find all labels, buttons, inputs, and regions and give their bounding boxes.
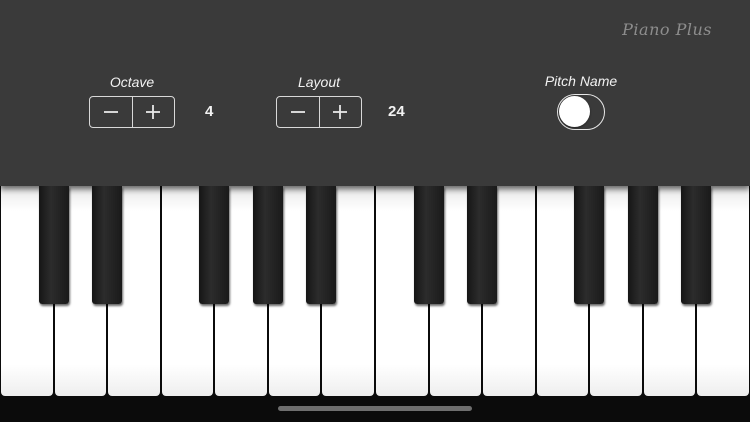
black-key[interactable]	[199, 186, 230, 304]
octave-increment-button[interactable]	[131, 97, 175, 127]
piano-screen: Piano Plus Octave 4 Layout 24 Pitch Name	[0, 0, 750, 422]
home-indicator	[278, 406, 472, 411]
octave-decrement-button[interactable]	[90, 97, 132, 127]
octave-value: 4	[205, 103, 214, 120]
control-panel: Piano Plus Octave 4 Layout 24 Pitch Name	[0, 0, 750, 186]
black-key[interactable]	[627, 186, 658, 304]
black-key[interactable]	[681, 186, 712, 304]
black-key[interactable]	[252, 186, 283, 304]
layout-label: Layout	[297, 74, 341, 90]
black-key[interactable]	[92, 186, 123, 304]
pitch-name-label: Pitch Name	[544, 73, 618, 89]
plus-icon	[333, 105, 348, 119]
black-key[interactable]	[467, 186, 498, 304]
minus-icon	[103, 111, 118, 113]
black-key[interactable]	[38, 186, 69, 304]
black-key[interactable]	[413, 186, 444, 304]
layout-value: 24	[388, 103, 405, 120]
layout-increment-button[interactable]	[318, 97, 362, 127]
plus-icon	[146, 105, 161, 119]
minus-icon	[290, 111, 305, 113]
layout-decrement-button[interactable]	[277, 97, 319, 127]
toggle-knob	[559, 96, 590, 127]
app-logo: Piano Plus	[622, 20, 712, 39]
black-key[interactable]	[574, 186, 605, 304]
octave-label: Octave	[109, 74, 155, 90]
octave-stepper	[89, 96, 175, 128]
black-key[interactable]	[306, 186, 337, 304]
pitch-name-toggle[interactable]	[557, 94, 605, 130]
layout-stepper	[276, 96, 362, 128]
piano-keyboard	[0, 186, 750, 398]
